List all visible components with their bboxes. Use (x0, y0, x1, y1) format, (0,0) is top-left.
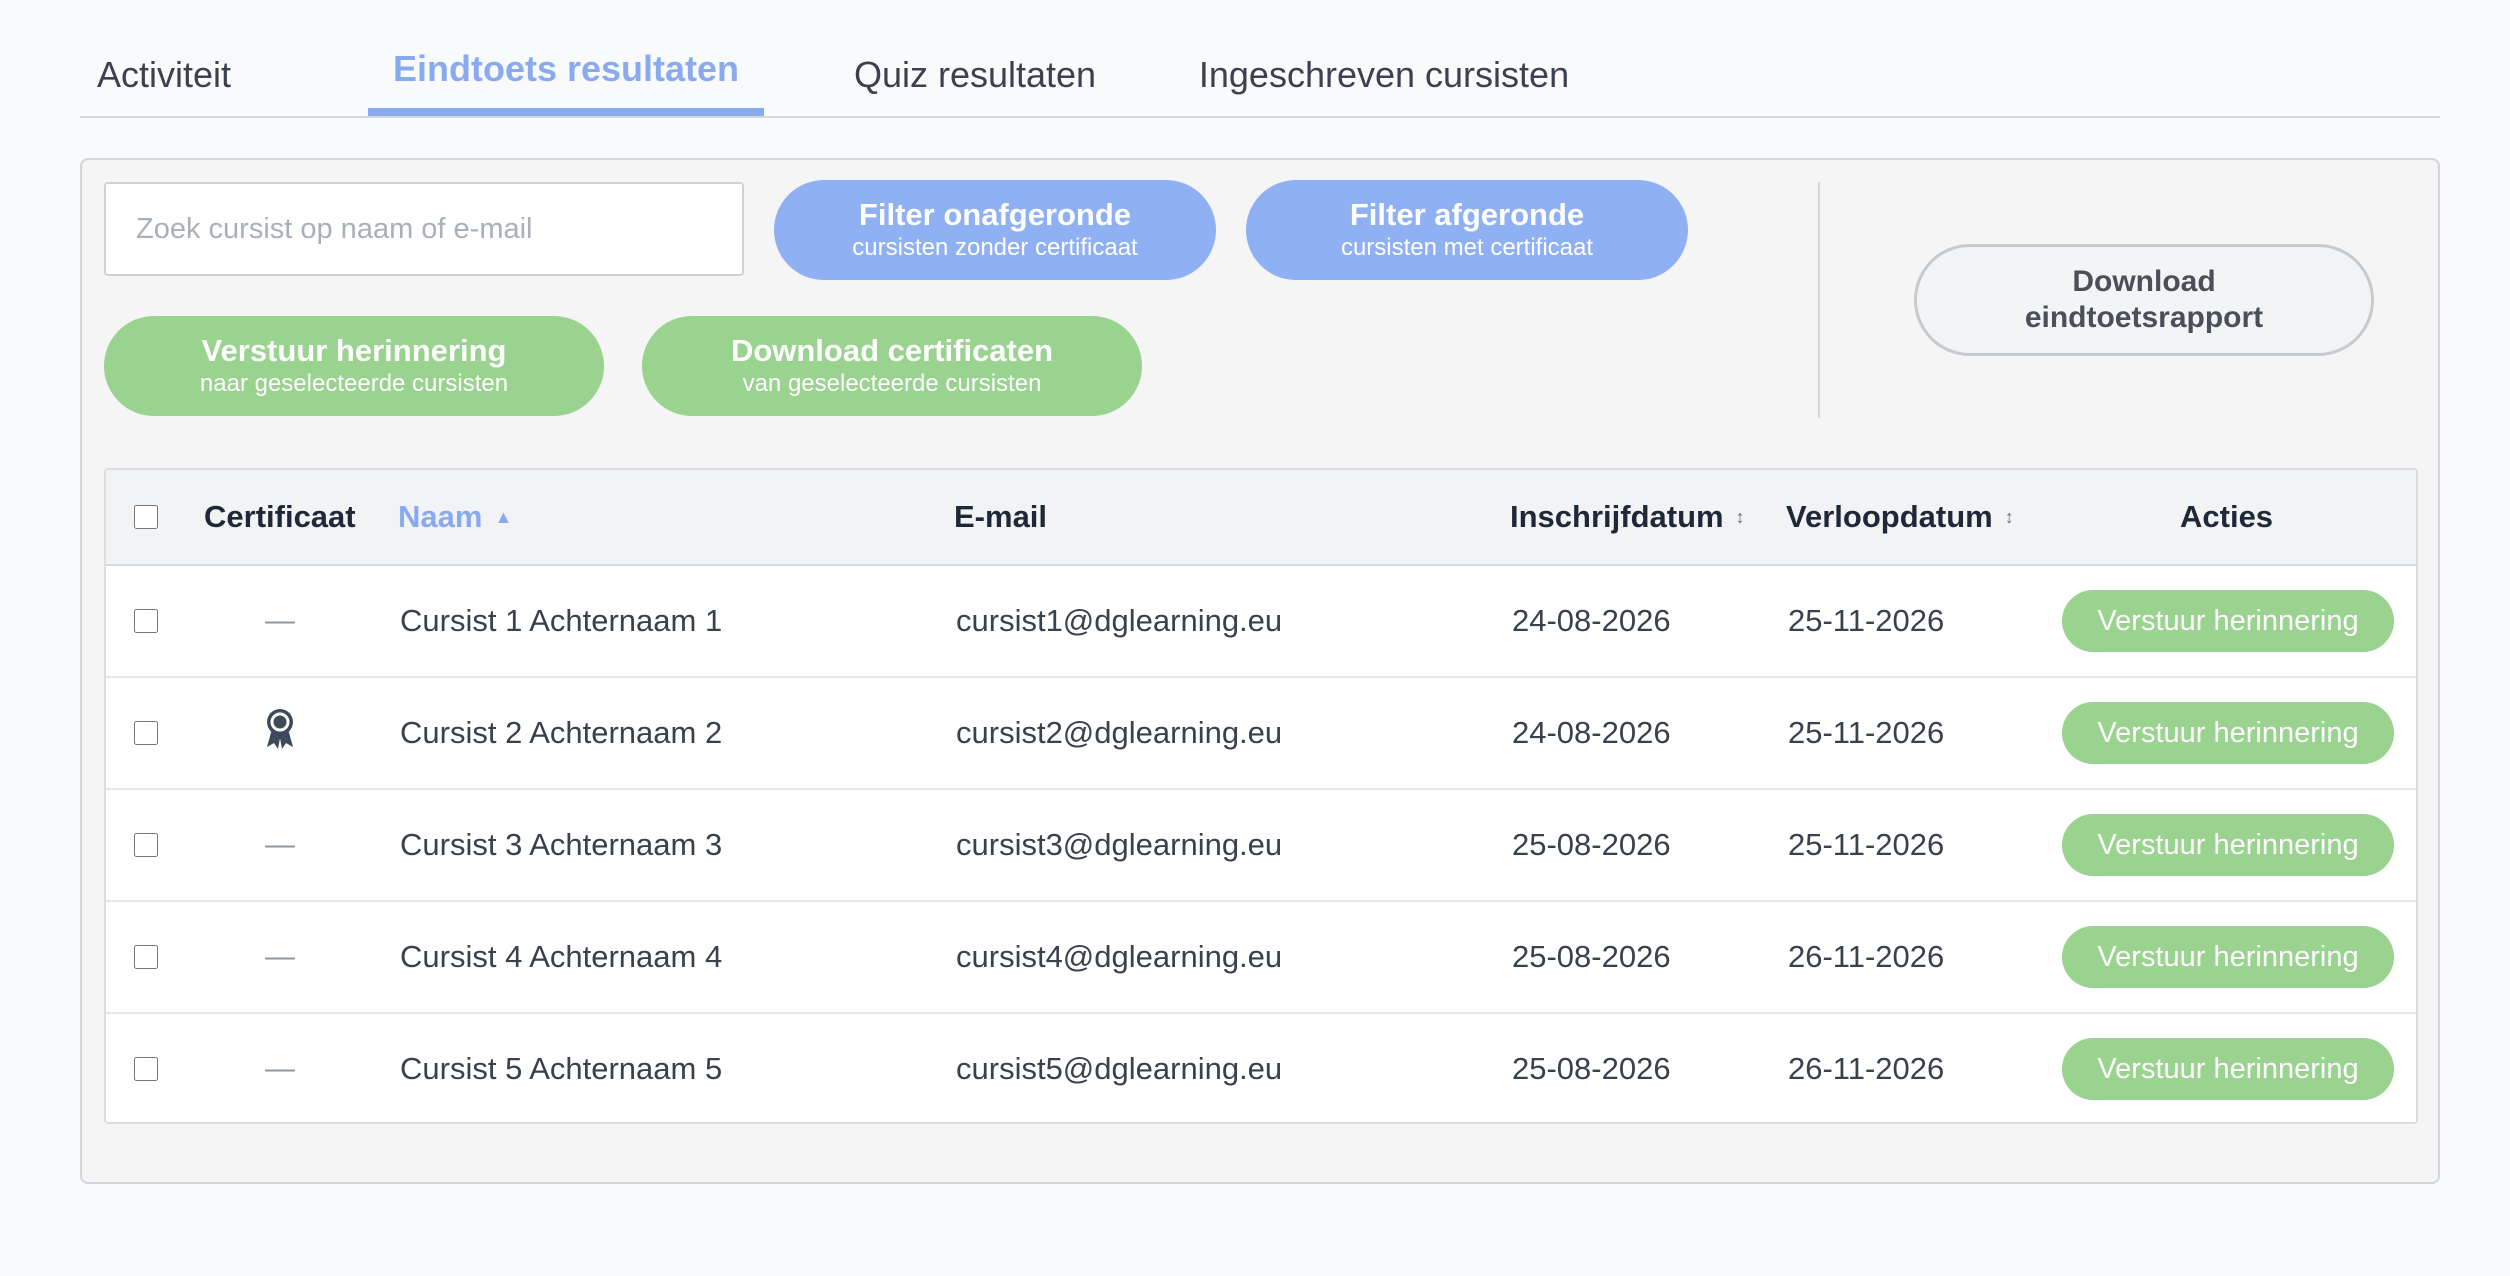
row-checkbox[interactable] (134, 945, 158, 969)
tab-quiz-resultaten[interactable]: Quiz resultaten (848, 48, 1102, 116)
row-select-cell (134, 902, 158, 1012)
select-all-cell (134, 470, 158, 564)
send-reminder-row-button[interactable]: Verstuur herinnering (2062, 926, 2394, 988)
enrollment-date-cell: 24-08-2026 (1512, 603, 1671, 638)
row-select-cell (134, 790, 158, 900)
enrollment-date-cell: 24-08-2026 (1512, 715, 1671, 750)
enrollment-date-cell: 25-08-2026 (1512, 1051, 1671, 1086)
certificate-cell: — (260, 790, 300, 900)
no-certificate-dash: — (265, 604, 295, 637)
row-select-cell (134, 1014, 158, 1122)
row-checkbox[interactable] (134, 833, 158, 857)
send-reminder-row-button[interactable]: Verstuur herinnering (2062, 1038, 2394, 1100)
name-cell: Cursist 5 Achternaam 5 (400, 1051, 723, 1086)
table-row: — Cursist 4 Achternaam 4 cursist4@dglearni… (106, 902, 2416, 1014)
tab-activiteit[interactable]: Activiteit (80, 48, 248, 116)
send-reminder-row-button[interactable]: Verstuur herinnering (2062, 590, 2394, 652)
download-certificates-sublabel: van geselecteerde cursisten (742, 370, 1042, 397)
table-row: Cursist 2 Achternaam 2 cursist2@dglearnin… (106, 678, 2416, 790)
filter-complete-button[interactable]: Filter afgeronde cursisten met certifica… (1246, 180, 1688, 280)
results-table: Certificaat Naam ▲ E-mail Inschrijfdatum… (104, 468, 2418, 1124)
header-certificate: Certificaat (204, 499, 356, 534)
email-cell: cursist4@dglearning.eu (956, 939, 1283, 974)
no-certificate-dash: — (265, 940, 295, 973)
table-header: Certificaat Naam ▲ E-mail Inschrijfdatum… (106, 470, 2416, 566)
expiry-date-cell: 25-11-2026 (1788, 603, 1945, 638)
download-report-button[interactable]: Download eindtoetsrapport (1914, 244, 2374, 356)
certificate-cell: — (260, 566, 300, 676)
email-cell: cursist1@dglearning.eu (956, 603, 1283, 638)
sort-toggle-icon: ↕ (1735, 506, 1745, 527)
filter-incomplete-button[interactable]: Filter onafgeronde cursisten zonder cert… (774, 180, 1216, 280)
header-expiry-date[interactable]: Verloopdatum ↕ (1786, 470, 2014, 564)
filter-complete-label: Filter afgeronde (1349, 197, 1585, 232)
download-certificates-label: Download certificaten (730, 333, 1054, 368)
enrollment-date-cell: 25-08-2026 (1512, 939, 1671, 974)
expiry-date-cell: 26-11-2026 (1788, 1051, 1945, 1086)
email-cell: cursist2@dglearning.eu (956, 715, 1283, 750)
header-expiry-date-label: Verloopdatum (1786, 499, 1993, 534)
no-certificate-dash: — (265, 828, 295, 861)
row-checkbox[interactable] (134, 721, 158, 745)
table-row: — Cursist 5 Achternaam 5 cursist5@dglearni… (106, 1014, 2416, 1122)
send-reminder-selected-button[interactable]: Verstuur herinnering naar geselecteerde … (104, 316, 604, 416)
sort-ascending-icon: ▲ (494, 506, 513, 527)
download-certificates-button[interactable]: Download certificaten van geselecteerde … (642, 316, 1142, 416)
filter-incomplete-label: Filter onafgeronde (858, 197, 1132, 232)
send-reminder-row-button[interactable]: Verstuur herinnering (2062, 702, 2394, 764)
header-name[interactable]: Naam ▲ (398, 470, 512, 564)
no-certificate-dash: — (265, 1052, 295, 1085)
filter-complete-sublabel: cursisten met certificaat (1340, 234, 1594, 261)
header-email: E-mail (954, 499, 1048, 534)
row-checkbox[interactable] (134, 609, 158, 633)
enrollment-date-cell: 25-08-2026 (1512, 827, 1671, 862)
name-cell: Cursist 2 Achternaam 2 (400, 715, 723, 750)
header-name-label: Naam (398, 499, 483, 534)
results-panel: Filter onafgeronde cursisten zonder cert… (80, 158, 2440, 1184)
header-enrollment-date[interactable]: Inschrijfdatum ↕ (1510, 470, 1745, 564)
send-reminder-sublabel: naar geselecteerde cursisten (199, 370, 509, 397)
vertical-divider (1818, 182, 1820, 418)
header-enrollment-date-label: Inschrijfdatum (1510, 499, 1724, 534)
row-select-cell (134, 566, 158, 676)
certificate-cell (260, 678, 300, 788)
tab-bar: Activiteit Eindtoets resultaten Quiz res… (80, 40, 2440, 118)
row-select-cell (134, 678, 158, 788)
expiry-date-cell: 25-11-2026 (1788, 715, 1945, 750)
header-actions: Acties (2180, 499, 2274, 534)
name-cell: Cursist 4 Achternaam 4 (400, 939, 723, 974)
name-cell: Cursist 3 Achternaam 3 (400, 827, 723, 862)
email-cell: cursist3@dglearning.eu (956, 827, 1283, 862)
send-reminder-row-button[interactable]: Verstuur herinnering (2062, 814, 2394, 876)
filter-incomplete-sublabel: cursisten zonder certificaat (852, 234, 1138, 261)
certificate-cell: — (260, 1014, 300, 1122)
certificate-cell: — (260, 902, 300, 1012)
tab-ingeschreven-cursisten[interactable]: Ingeschreven cursisten (1196, 48, 1572, 116)
row-checkbox[interactable] (134, 1057, 158, 1081)
search-input[interactable] (104, 182, 744, 276)
name-cell: Cursist 1 Achternaam 1 (400, 603, 723, 638)
certificate-award-icon (263, 707, 297, 759)
expiry-date-cell: 26-11-2026 (1788, 939, 1945, 974)
sort-toggle-icon: ↕ (2004, 506, 2014, 527)
send-reminder-label: Verstuur herinnering (201, 333, 507, 368)
table-row: — Cursist 1 Achternaam 1 cursist1@dglearni… (106, 566, 2416, 678)
table-row: — Cursist 3 Achternaam 3 cursist3@dglearni… (106, 790, 2416, 902)
select-all-checkbox[interactable] (134, 505, 158, 529)
tab-eindtoets-resultaten[interactable]: Eindtoets resultaten (368, 48, 764, 116)
expiry-date-cell: 25-11-2026 (1788, 827, 1945, 862)
email-cell: cursist5@dglearning.eu (956, 1051, 1283, 1086)
